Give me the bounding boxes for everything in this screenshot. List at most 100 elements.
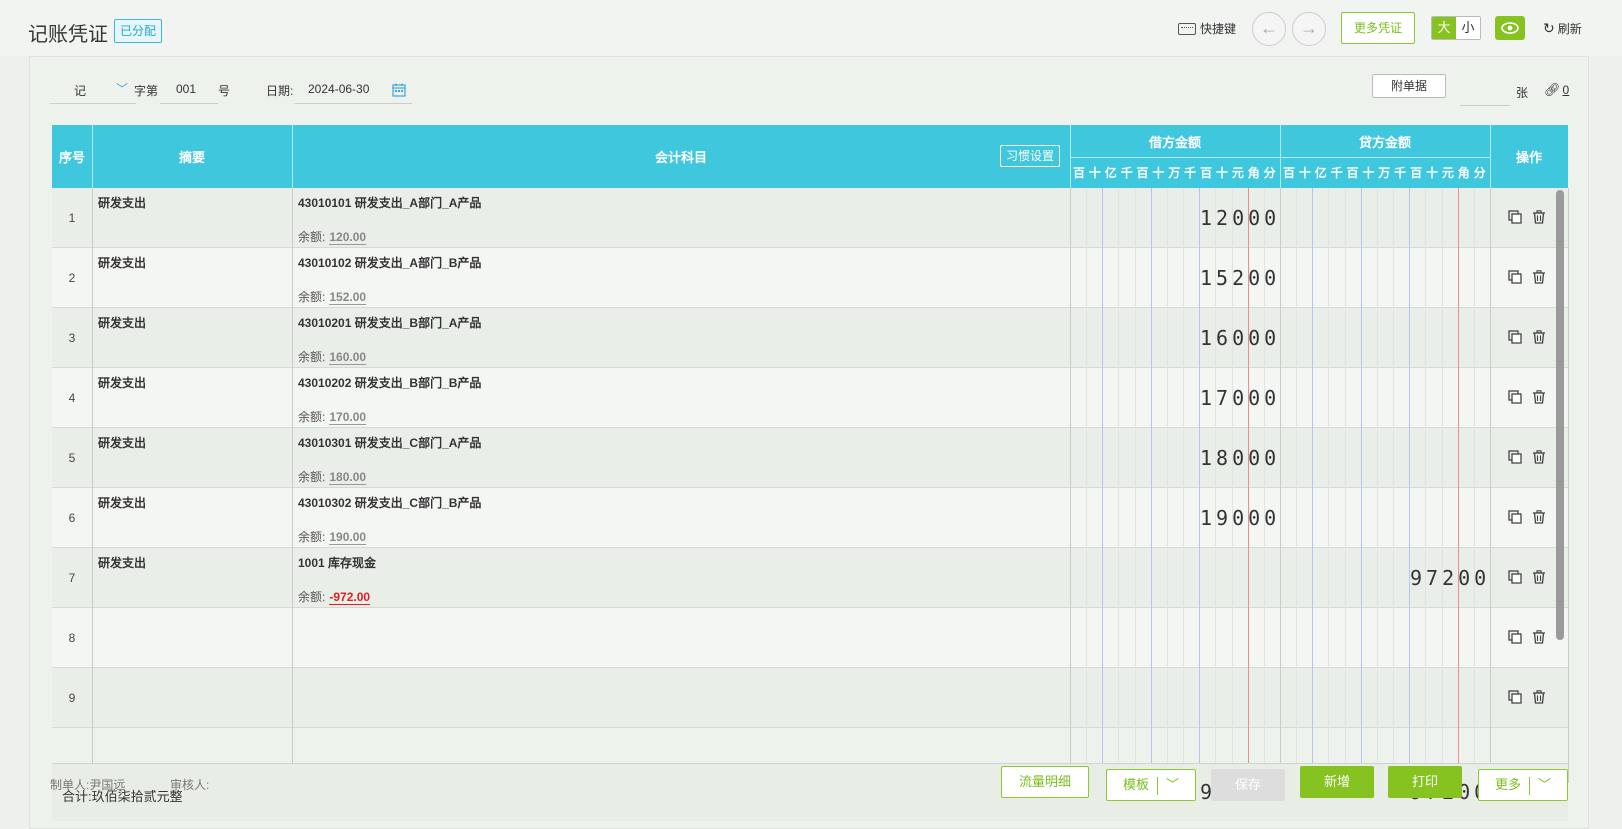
- copy-icon[interactable]: [1508, 630, 1522, 644]
- row-summary[interactable]: 研发支出: [98, 374, 146, 391]
- digit-unit-label: 元: [1231, 166, 1244, 180]
- balance-value[interactable]: 160.00: [329, 350, 367, 365]
- row-seq: 1: [68, 211, 76, 225]
- row-ops: [1508, 330, 1546, 344]
- refresh-button[interactable]: ↻ 刷新: [1543, 20, 1582, 37]
- row-account[interactable]: 43010101 研发支出_A部门_A产品: [298, 194, 481, 211]
- size-small-option[interactable]: 小: [1456, 17, 1480, 39]
- copy-icon[interactable]: [1508, 210, 1522, 224]
- row-summary[interactable]: 研发支出: [98, 254, 146, 271]
- row-ops: [1508, 630, 1546, 644]
- trash-icon[interactable]: [1532, 390, 1546, 404]
- trash-icon[interactable]: [1532, 210, 1546, 224]
- col-seq-header: 序号: [58, 150, 85, 165]
- print-button[interactable]: 打印: [1388, 766, 1462, 798]
- visibility-toggle-button[interactable]: [1495, 16, 1525, 40]
- trash-icon[interactable]: [1532, 570, 1546, 584]
- row-summary[interactable]: 研发支出: [98, 314, 146, 331]
- row-account[interactable]: 43010201 研发支出_B部门_A产品: [298, 314, 481, 331]
- row-debit-amount[interactable]: 19000: [1200, 506, 1280, 530]
- copy-icon[interactable]: [1508, 510, 1522, 524]
- size-toggle[interactable]: 大 小: [1431, 16, 1481, 40]
- row-seq: 8: [68, 631, 76, 645]
- maker-label: 制单人:尹国远: [50, 778, 126, 792]
- voucher-word-select[interactable]: 记 ﹀: [50, 80, 136, 104]
- digit-unit-label: 十: [1088, 166, 1101, 180]
- balance-value[interactable]: 170.00: [329, 410, 367, 425]
- row-debit-amount[interactable]: 15200: [1200, 266, 1280, 290]
- row-account[interactable]: 43010302 研发支出_C部门_B产品: [298, 494, 481, 511]
- row-seq: 7: [68, 571, 76, 585]
- date-input[interactable]: 2024-06-30: [294, 80, 412, 104]
- balance-value[interactable]: 190.00: [329, 530, 367, 545]
- row-seq: 6: [68, 511, 76, 525]
- copy-icon[interactable]: [1508, 450, 1522, 464]
- col-ops-header: 操作: [1515, 150, 1542, 165]
- row-debit-amount[interactable]: 17000: [1200, 386, 1280, 410]
- more-voucher-button[interactable]: 更多凭证: [1341, 12, 1415, 44]
- digit-unit-label: 万: [1378, 166, 1391, 180]
- trash-icon[interactable]: [1532, 510, 1546, 524]
- voucher-number-suffix: 号: [218, 84, 231, 98]
- table-row: 8: [52, 608, 1568, 668]
- trash-icon[interactable]: [1532, 270, 1546, 284]
- row-debit-amount[interactable]: 18000: [1200, 446, 1280, 470]
- copy-icon[interactable]: [1508, 570, 1522, 584]
- add-button[interactable]: 新增: [1300, 766, 1374, 798]
- row-balance: 余额: 120.00: [298, 228, 367, 245]
- row-summary[interactable]: 研发支出: [98, 554, 146, 571]
- trash-icon[interactable]: [1532, 630, 1546, 644]
- template-button[interactable]: 模板 ﹀: [1106, 769, 1196, 801]
- digit-unit-label: 百: [1136, 166, 1149, 180]
- template-label: 模板: [1122, 777, 1149, 792]
- row-account[interactable]: 1001 库存现金: [298, 554, 376, 571]
- row-debit-amount[interactable]: 16000: [1200, 326, 1280, 350]
- balance-value[interactable]: 180.00: [329, 470, 367, 485]
- copy-icon[interactable]: [1508, 270, 1522, 284]
- row-account[interactable]: 43010202 研发支出_B部门_B产品: [298, 374, 481, 391]
- attach-count-input[interactable]: [1460, 84, 1510, 106]
- page-title: 记账凭证: [28, 24, 108, 46]
- row-credit-amount[interactable]: 97200: [1410, 566, 1490, 590]
- shortcut-button[interactable]: 快捷键: [1178, 20, 1236, 37]
- balance-value[interactable]: -972.00: [329, 590, 371, 605]
- attach-document-button[interactable]: 附单据: [1372, 74, 1446, 98]
- voucher-number-input[interactable]: 001: [160, 80, 218, 104]
- copy-icon[interactable]: [1508, 330, 1522, 344]
- habit-settings-button[interactable]: 习惯设置: [1000, 145, 1060, 167]
- attach-unit-label: 张: [1516, 86, 1529, 100]
- attachment-link-count: 0: [1562, 83, 1570, 97]
- trash-icon[interactable]: [1532, 690, 1546, 704]
- attachment-link[interactable]: 🔗︎ 0: [1544, 82, 1569, 98]
- row-debit-amount[interactable]: 12000: [1200, 206, 1280, 230]
- more-button[interactable]: 更多 ﹀: [1478, 769, 1568, 801]
- table-row: 5 研发支出 43010301 研发支出_C部门_A产品 余额: 180.00 18000: [52, 428, 1568, 488]
- balance-value[interactable]: 152.00: [329, 290, 367, 305]
- digit-unit-label: 角: [1457, 166, 1470, 180]
- table-row: 7 研发支出 1001 库存现金 余额: -972.00 97200: [52, 548, 1568, 608]
- row-seq: 2: [68, 271, 76, 285]
- digit-unit-label: 百: [1410, 166, 1423, 180]
- table-scrollbar[interactable]: [1556, 190, 1564, 640]
- copy-icon[interactable]: [1508, 690, 1522, 704]
- balance-value[interactable]: 120.00: [329, 230, 367, 245]
- next-voucher-button[interactable]: →: [1292, 12, 1326, 46]
- row-summary[interactable]: 研发支出: [98, 194, 146, 211]
- save-button[interactable]: 保存: [1211, 769, 1285, 801]
- cashflow-button[interactable]: 流量明细: [1001, 766, 1089, 798]
- row-summary[interactable]: 研发支出: [98, 434, 146, 451]
- row-ops: [1508, 570, 1546, 584]
- copy-icon[interactable]: [1508, 390, 1522, 404]
- trash-icon[interactable]: [1532, 450, 1546, 464]
- row-account[interactable]: 43010301 研发支出_C部门_A产品: [298, 434, 481, 451]
- row-summary[interactable]: 研发支出: [98, 494, 146, 511]
- size-large-option[interactable]: 大: [1432, 17, 1456, 39]
- row-ops: [1508, 210, 1546, 224]
- balance-label: 余额:: [298, 470, 326, 484]
- trash-icon[interactable]: [1532, 330, 1546, 344]
- prev-voucher-button[interactable]: ←: [1252, 12, 1286, 46]
- col-account-header: 会计科目: [654, 150, 707, 165]
- row-account[interactable]: 43010102 研发支出_A部门_B产品: [298, 254, 481, 271]
- digit-unit-label: 十: [1215, 166, 1228, 180]
- digit-unit-label: 元: [1441, 166, 1454, 180]
